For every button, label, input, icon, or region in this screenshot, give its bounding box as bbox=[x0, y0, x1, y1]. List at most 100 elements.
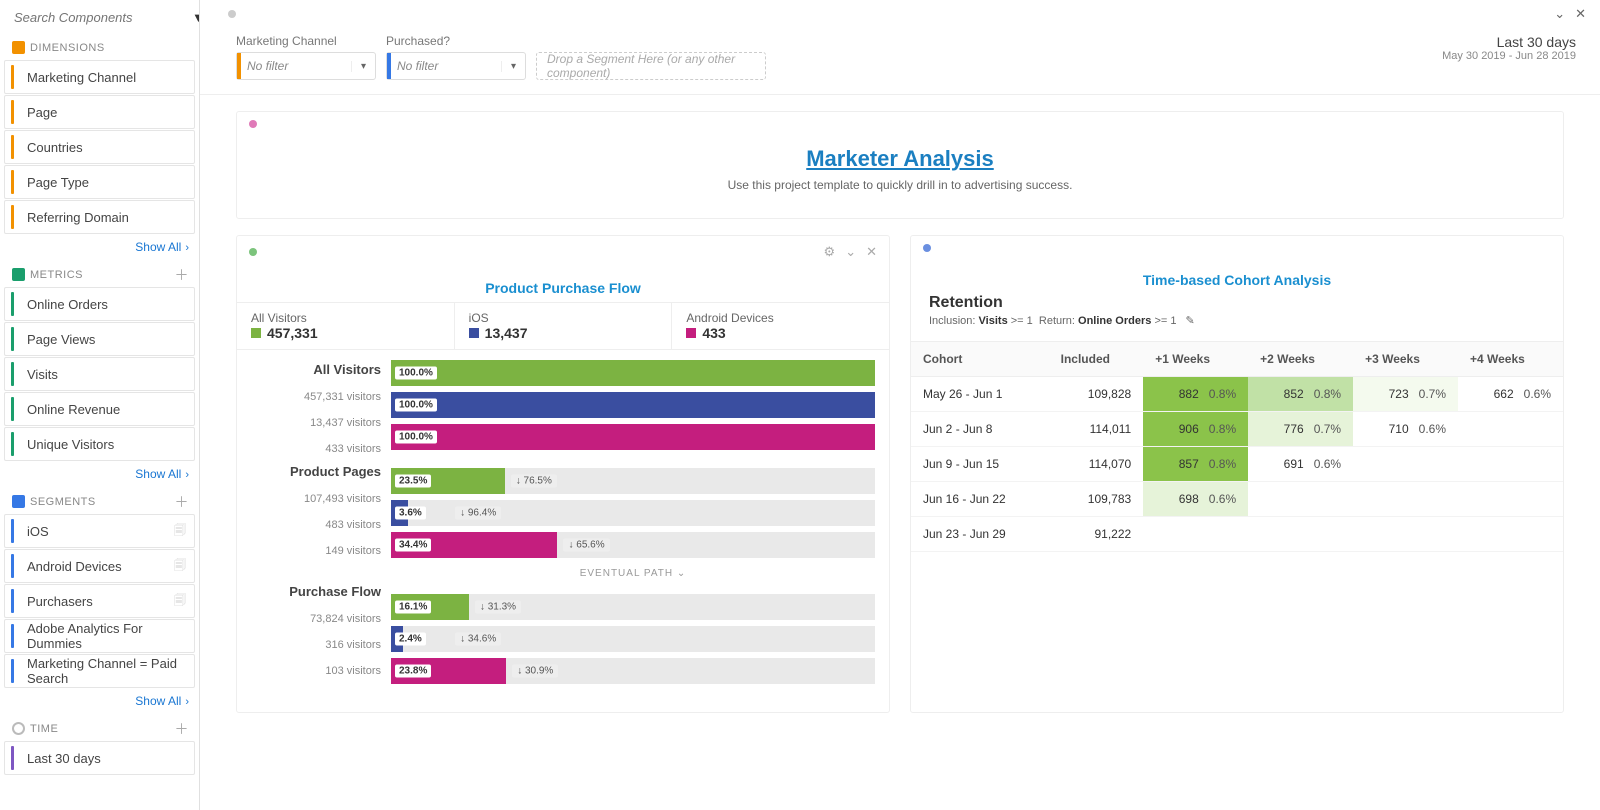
bar-pct: 2.4% bbox=[395, 633, 426, 646]
fallout-bar[interactable]: 16.1%↓ 31.3% bbox=[391, 594, 875, 620]
fallout-bar[interactable]: 23.8%↓ 30.9% bbox=[391, 658, 875, 684]
viz-dot bbox=[249, 120, 257, 128]
fallout-bar[interactable]: 23.5% ↓ 76.5% bbox=[391, 468, 875, 494]
cohort-col-header[interactable]: +2 Weeks bbox=[1248, 342, 1353, 377]
bar-pct: 100.0% bbox=[395, 399, 437, 412]
show-all-metrics[interactable]: Show All› bbox=[135, 467, 189, 481]
cohort-col-header[interactable]: Included bbox=[1049, 342, 1144, 377]
cohort-cell: 7230.7% bbox=[1365, 387, 1446, 401]
cohort-cell: 6910.6% bbox=[1260, 457, 1341, 471]
rail-item[interactable]: Online Orders bbox=[4, 287, 195, 321]
cohort-col-header[interactable]: Cohort bbox=[911, 342, 1049, 377]
fallout-bar[interactable]: 100.0% bbox=[391, 392, 875, 418]
table-row[interactable]: Jun 23 - Jun 2991,222 bbox=[911, 517, 1563, 552]
date-range-label[interactable]: Last 30 days bbox=[1442, 34, 1576, 50]
lock-icon: 🗐 bbox=[174, 521, 186, 542]
chevron-down-icon: ▾ bbox=[351, 61, 375, 72]
rail-item[interactable]: Page Views bbox=[4, 322, 195, 356]
filter-purchased[interactable]: No filter ▾ bbox=[386, 52, 526, 80]
add-segment-icon[interactable]: ＋ bbox=[175, 496, 190, 508]
eventual-path-toggle[interactable]: EVENTUAL PATH ⌄ bbox=[391, 564, 875, 587]
rail-item[interactable]: Last 30 days bbox=[4, 741, 195, 775]
close-icon[interactable]: ✕ bbox=[866, 244, 877, 260]
bar-pct: 23.8% bbox=[395, 665, 431, 678]
included-value: 114,070 bbox=[1049, 447, 1144, 482]
bar-pct: 100.0% bbox=[395, 431, 437, 444]
components-rail: ▼ DIMENSIONS Marketing ChannelPageCountr… bbox=[0, 0, 200, 810]
cohort-col-header[interactable]: +4 Weeks bbox=[1458, 342, 1563, 377]
filter2-label: Purchased? bbox=[386, 34, 526, 48]
show-all-segments[interactable]: Show All› bbox=[135, 694, 189, 708]
cohort-cell: 8820.8% bbox=[1155, 387, 1236, 401]
bar-pct: 23.5% bbox=[395, 475, 431, 488]
table-row[interactable]: May 26 - Jun 1109,8288820.8%8520.8%7230.… bbox=[911, 377, 1563, 412]
fallout-bar[interactable]: 100.0% bbox=[391, 424, 875, 450]
cohort-label: May 26 - Jun 1 bbox=[911, 377, 1049, 412]
bar-pct: 34.4% bbox=[395, 539, 431, 552]
filter-icon[interactable]: ▼ bbox=[192, 10, 200, 25]
workspace-canvas: ⌄ ✕ Marketing Channel No filter ▾ Purcha… bbox=[200, 0, 1600, 810]
panel-close-icon[interactable]: ✕ bbox=[1575, 6, 1586, 22]
stage-sub: 457,331 visitors bbox=[251, 391, 381, 403]
rail-item[interactable]: Unique Visitors bbox=[4, 427, 195, 461]
cohort-cell: 6620.6% bbox=[1470, 387, 1551, 401]
rail-item[interactable]: Online Revenue bbox=[4, 392, 195, 426]
fallout-bar[interactable]: 100.0% bbox=[391, 360, 875, 386]
viz-dot bbox=[923, 244, 931, 252]
legend-label: Android Devices bbox=[686, 311, 875, 325]
table-row[interactable]: Jun 2 - Jun 8114,0119060.8%7760.7%7100.6… bbox=[911, 412, 1563, 447]
add-time-icon[interactable]: ＋ bbox=[175, 723, 190, 735]
metrics-icon bbox=[12, 268, 25, 281]
rail-item[interactable]: Android Devices🗐 bbox=[4, 549, 195, 583]
table-row[interactable]: Jun 9 - Jun 15114,0708570.8%6910.6% bbox=[911, 447, 1563, 482]
project-subtitle: Use this project template to quickly dri… bbox=[237, 178, 1563, 192]
retention-label: Retention bbox=[929, 294, 1545, 312]
project-title[interactable]: Marketer Analysis bbox=[237, 146, 1563, 172]
cohort-col-header[interactable]: +1 Weeks bbox=[1143, 342, 1248, 377]
panel-collapse-icon[interactable]: ⌄ bbox=[1554, 6, 1565, 22]
collapse-icon[interactable]: ⌄ bbox=[845, 244, 856, 260]
filter-marketing-channel[interactable]: No filter ▾ bbox=[236, 52, 376, 80]
rail-item[interactable]: Countries bbox=[4, 130, 195, 164]
rail-item[interactable]: Marketing Channel bbox=[4, 60, 195, 94]
add-metric-icon[interactable]: ＋ bbox=[175, 269, 190, 281]
cohort-title: Time-based Cohort Analysis bbox=[911, 260, 1563, 294]
cohort-cell: 9060.8% bbox=[1155, 422, 1236, 436]
segments-header: SEGMENTS ＋ bbox=[0, 489, 199, 514]
fallout-bar[interactable]: 34.4%↓ 65.6% bbox=[391, 532, 875, 558]
stage-name: Product Pages bbox=[251, 464, 381, 479]
stage-sub: 13,437 visitors bbox=[251, 417, 381, 429]
drop-pct: ↓ 34.6% bbox=[455, 633, 501, 646]
rail-item[interactable]: Visits bbox=[4, 357, 195, 391]
rail-item[interactable]: Purchasers🗐 bbox=[4, 584, 195, 618]
drop-pct: ↓ 76.5% bbox=[511, 475, 557, 488]
chevron-down-icon: ▾ bbox=[501, 61, 525, 72]
rail-item[interactable]: Adobe Analytics For Dummies bbox=[4, 619, 195, 653]
stage-sub: 483 visitors bbox=[251, 519, 381, 531]
legend-value: 13,437 bbox=[469, 325, 658, 341]
stage-sub: 433 visitors bbox=[251, 443, 381, 455]
date-range-value: May 30 2019 - Jun 28 2019 bbox=[1442, 50, 1576, 62]
bar-pct: 100.0% bbox=[395, 367, 437, 380]
edit-icon[interactable]: ✎ bbox=[1186, 315, 1195, 327]
rail-item[interactable]: Page Type bbox=[4, 165, 195, 199]
fallout-bar[interactable]: 2.4% ↓ 34.6% bbox=[391, 626, 875, 652]
show-all-dimensions[interactable]: Show All› bbox=[135, 240, 189, 254]
table-row[interactable]: Jun 16 - Jun 22109,7836980.6% bbox=[911, 482, 1563, 517]
lock-icon: 🗐 bbox=[174, 556, 186, 577]
legend-value: 433 bbox=[686, 325, 875, 341]
fallout-bar[interactable]: 3.6%↓ 96.4% bbox=[391, 500, 875, 526]
rail-item[interactable]: iOS🗐 bbox=[4, 514, 195, 548]
segment-drop-zone[interactable]: Drop a Segment Here (or any other compon… bbox=[536, 52, 766, 80]
cohort-criteria: Inclusion: Visits >= 1 Return: Online Or… bbox=[929, 314, 1545, 327]
rail-item[interactable]: Page bbox=[4, 95, 195, 129]
gear-icon[interactable]: ⚙ bbox=[824, 244, 836, 260]
rail-item[interactable]: Referring Domain bbox=[4, 200, 195, 234]
dimensions-icon bbox=[12, 41, 25, 54]
cohort-col-header[interactable]: +3 Weeks bbox=[1353, 342, 1458, 377]
rail-item[interactable]: Marketing Channel = Paid Search bbox=[4, 654, 195, 688]
fallout-viz: ⚙ ⌄ ✕ Product Purchase Flow All Visitors… bbox=[236, 235, 890, 713]
bar-pct: 3.6% bbox=[395, 507, 426, 520]
search-input[interactable] bbox=[14, 10, 192, 25]
stage-sub: 316 visitors bbox=[251, 639, 381, 651]
